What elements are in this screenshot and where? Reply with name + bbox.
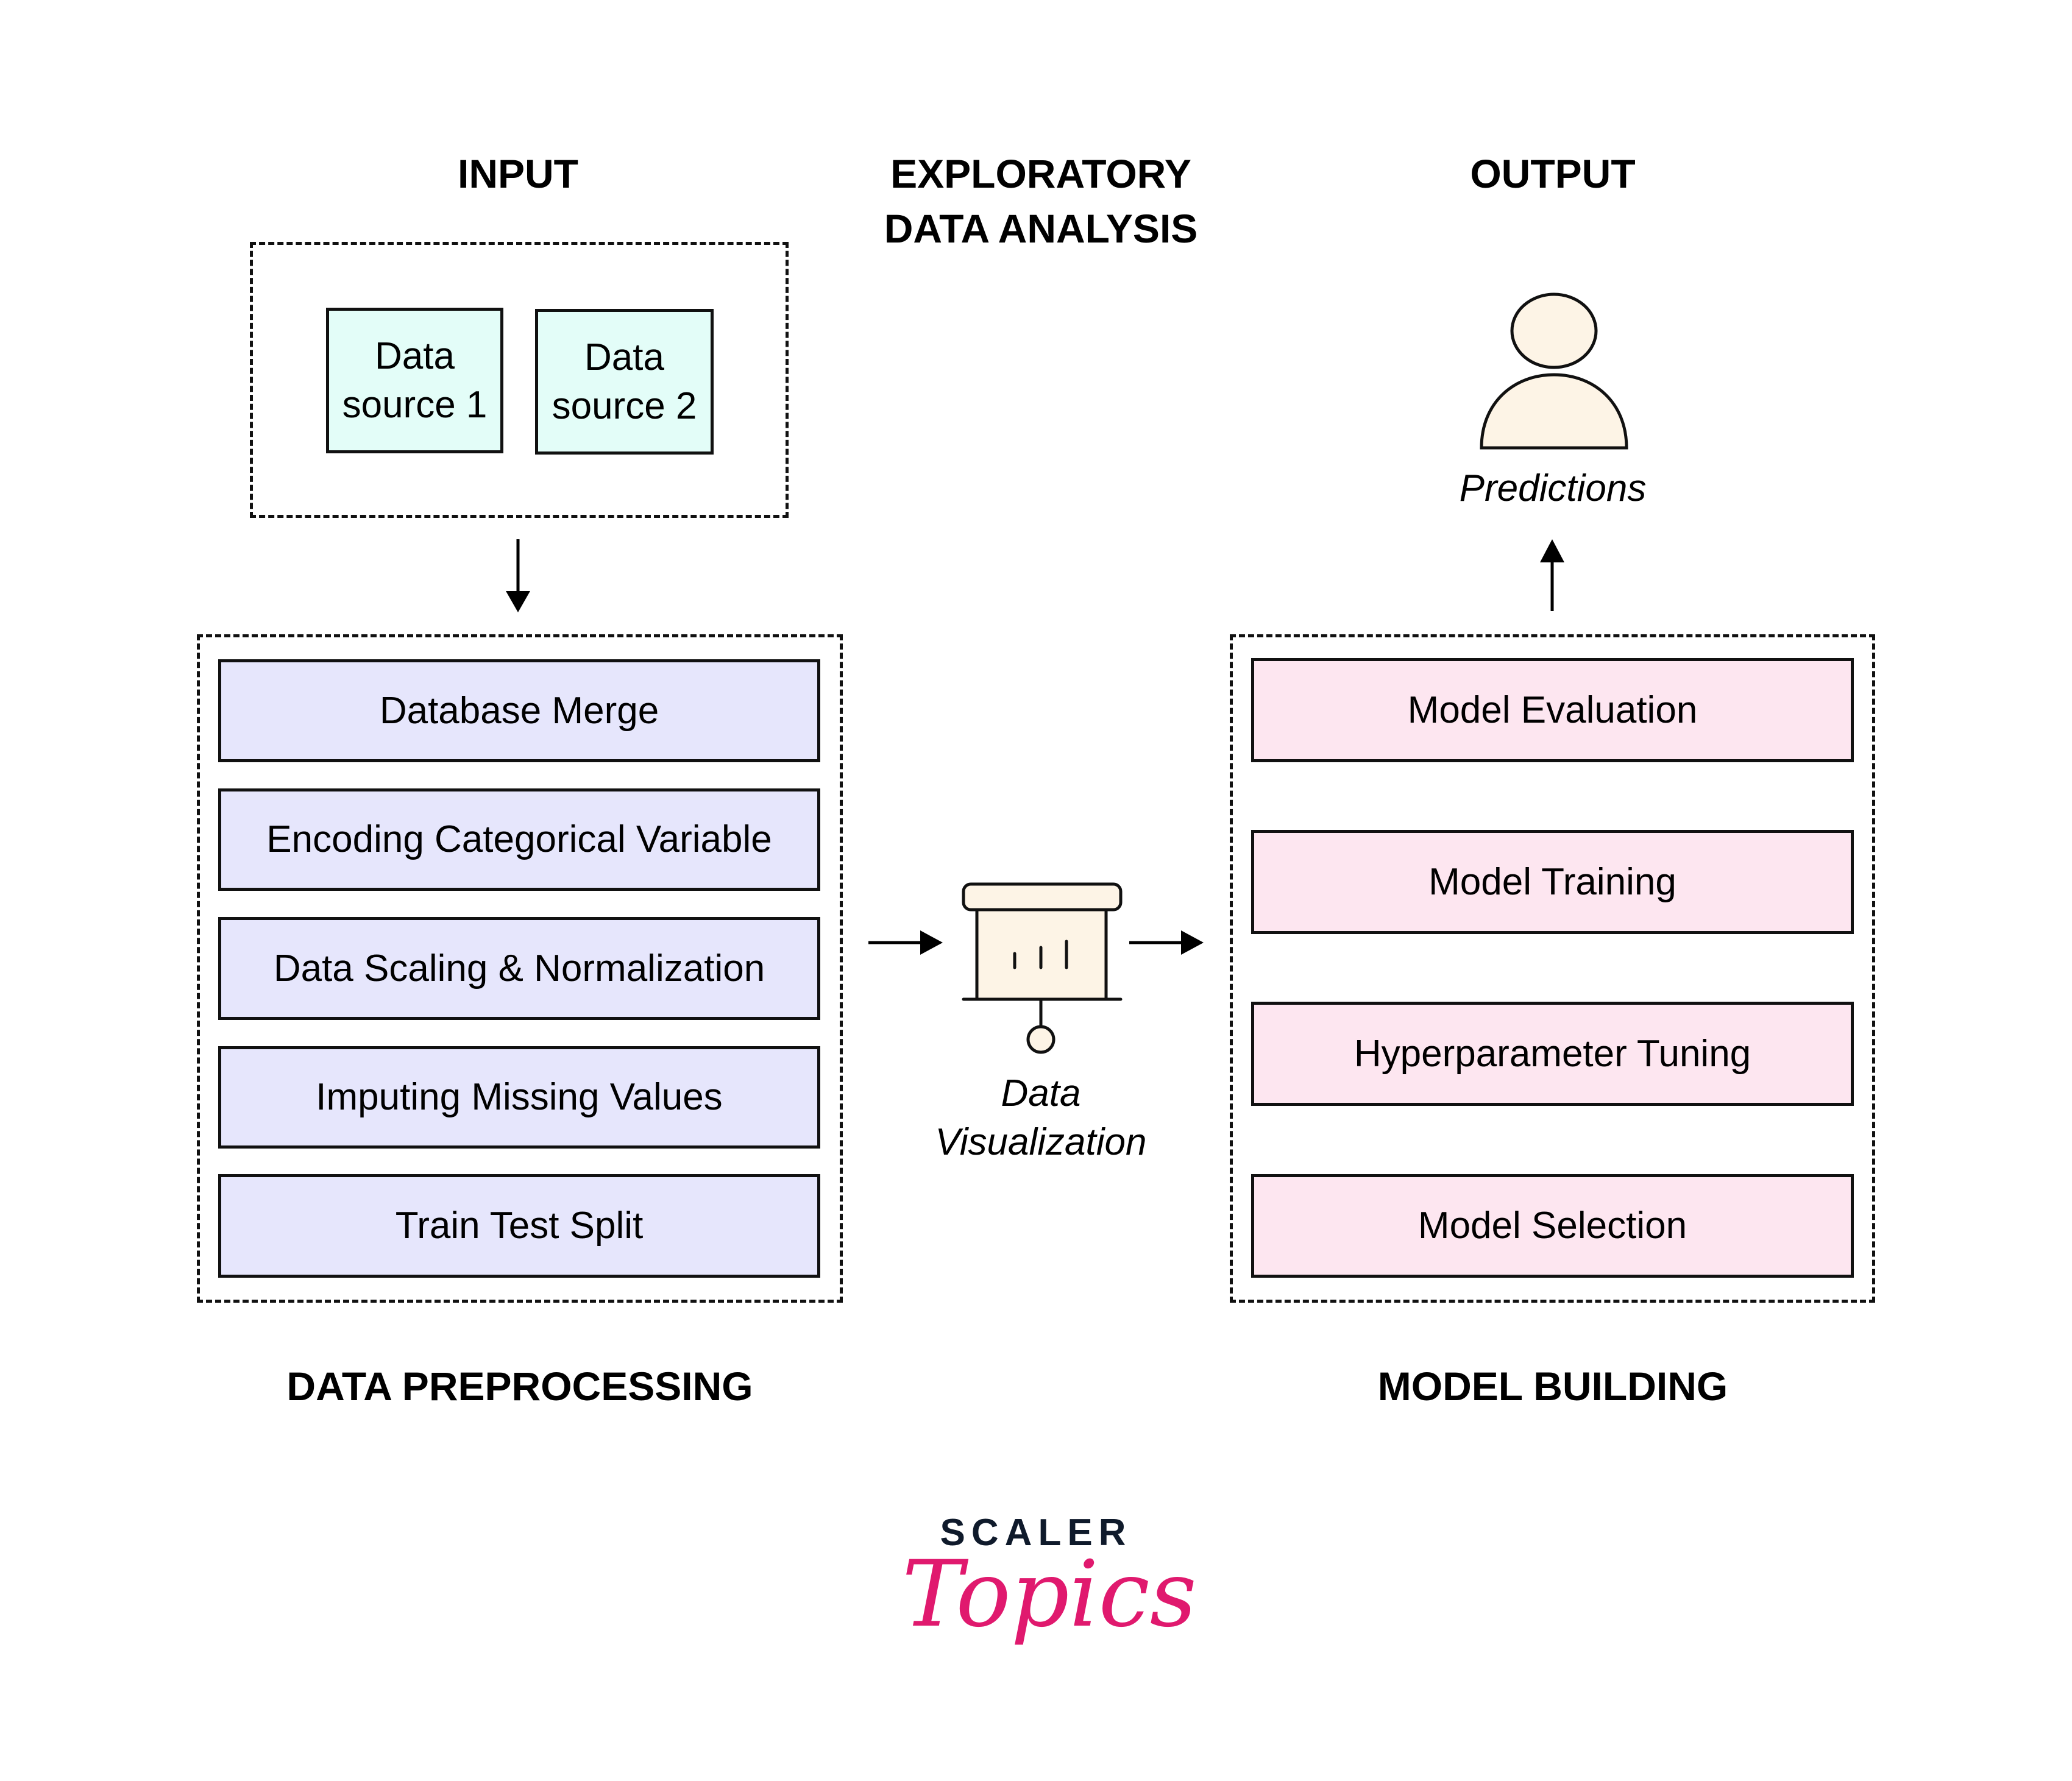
model-step-label: Hyperparameter Tuning: [1354, 1032, 1751, 1075]
preprocessing-step: Imputing Missing Values: [218, 1046, 820, 1149]
logo-sub: Topics: [902, 1542, 1197, 1648]
data-source-1-line2: source 1: [342, 383, 488, 426]
model-step: Model Selection: [1251, 1174, 1854, 1278]
eda-heading-line1: EXPLORATORY: [890, 151, 1191, 196]
arrow-down-icon: [506, 539, 530, 612]
model-step-label: Model Evaluation: [1407, 689, 1698, 731]
preprocessing-step-label: Imputing Missing Values: [316, 1076, 723, 1118]
preprocessing-step-label: Data Scaling & Normalization: [273, 947, 765, 990]
eda-caption-line1: Data: [1001, 1072, 1081, 1114]
presentation-chart-icon: [962, 882, 1123, 1054]
preprocessing-step-label: Database Merge: [379, 689, 659, 732]
eda-caption-line2: Visualization: [935, 1121, 1147, 1163]
input-heading: INPUT: [458, 151, 578, 196]
preprocessing-step: Train Test Split: [218, 1174, 820, 1278]
model-step-label: Model Training: [1428, 860, 1676, 903]
model-step-label: Model Selection: [1417, 1205, 1687, 1247]
ml-pipeline-diagram: INPUT EXPLORATORY DATA ANALYSIS OUTPUT D…: [0, 0, 2072, 1781]
model-step: Model Training: [1251, 830, 1854, 934]
preprocessing-step: Encoding Categorical Variable: [218, 788, 820, 891]
preprocessing-step: Database Merge: [218, 659, 820, 762]
data-source-2-line2: source 2: [552, 384, 697, 427]
data-source-2-line1: Data: [584, 336, 664, 378]
arrow-right-icon: [1129, 930, 1204, 955]
preprocessing-heading: DATA PREPROCESSING: [286, 1364, 753, 1409]
data-source-1: Data source 1: [326, 308, 503, 453]
output-heading: OUTPUT: [1470, 151, 1636, 196]
arrow-right-icon: [868, 930, 943, 955]
model-building-heading: MODEL BUILDING: [1377, 1364, 1728, 1409]
predictions-caption: Predictions: [1459, 467, 1647, 509]
user-icon: [1480, 292, 1628, 450]
preprocessing-step: Data Scaling & Normalization: [218, 917, 820, 1020]
preprocessing-step-label: Encoding Categorical Variable: [266, 818, 772, 860]
data-source-1-line1: Data: [375, 335, 455, 377]
eda-heading-line2: DATA ANALYSIS: [884, 206, 1198, 251]
data-source-2: Data source 2: [535, 309, 714, 455]
model-step: Hyperparameter Tuning: [1251, 1002, 1854, 1106]
model-step: Model Evaluation: [1251, 658, 1854, 762]
arrow-up-icon: [1540, 539, 1564, 611]
preprocessing-step-label: Train Test Split: [395, 1205, 644, 1247]
